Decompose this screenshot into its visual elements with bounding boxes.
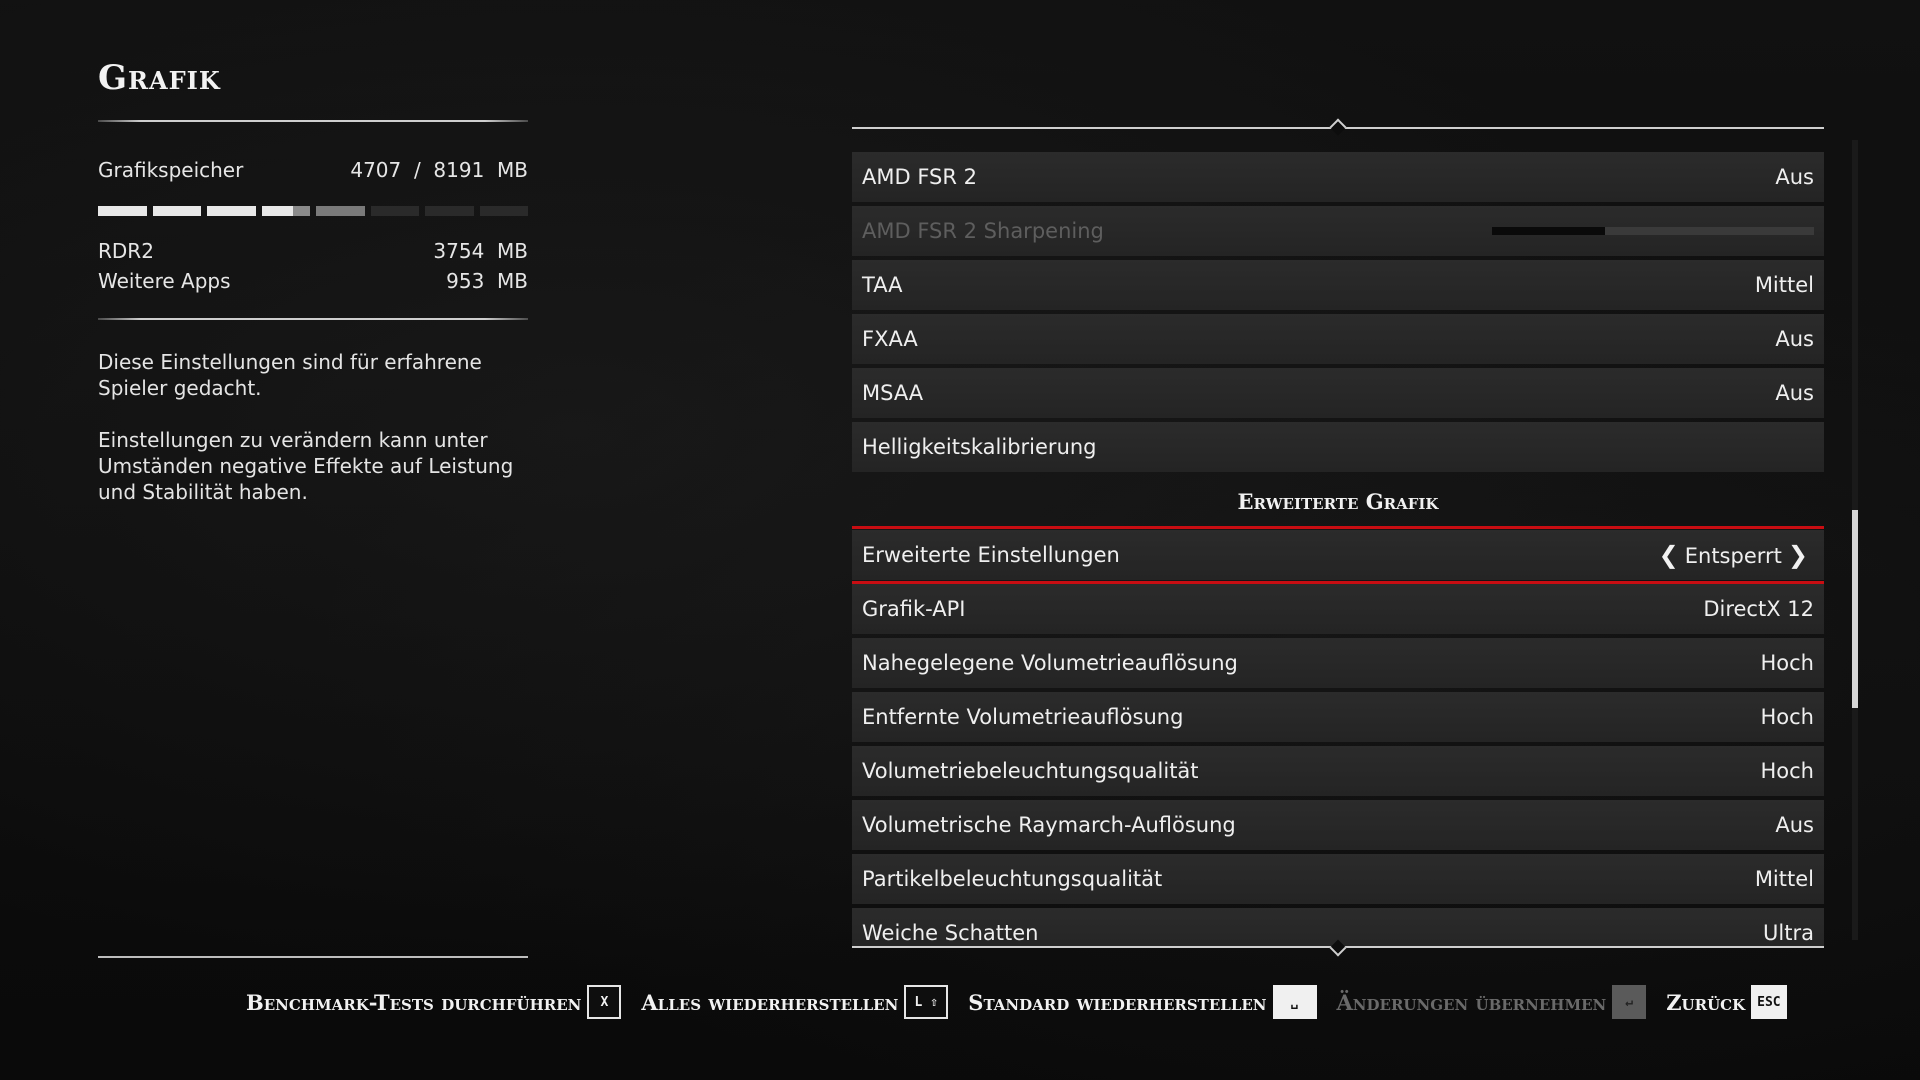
setting-row-volumetric-lighting-quality[interactable]: Volumetriebeleuchtungsqualität Hoch: [852, 746, 1824, 796]
setting-row-particle-lighting-quality[interactable]: Partikelbeleuchtungsqualität Mittel: [852, 854, 1824, 904]
memory-other-value: 953 MB: [446, 269, 528, 293]
divider: [98, 318, 528, 320]
memory-rdr2: RDR2 3754 MB: [98, 239, 528, 263]
memory-segment: [98, 206, 147, 216]
memory-segment: [261, 206, 310, 216]
setting-row-far-volumetric-resolution[interactable]: Entfernte Volumetrieauflösung Hoch: [852, 692, 1824, 742]
scroll-up-indicator: [1329, 118, 1347, 136]
list-bottom-border: [852, 939, 1824, 957]
setting-row-fxaa[interactable]: FXAA Aus: [852, 314, 1824, 364]
setting-label: Volumetriebeleuchtungsqualität: [862, 759, 1199, 783]
memory-summary: Grafikspeicher 4707 / 8191 MB: [98, 158, 528, 182]
key-esc-icon: ESC: [1751, 985, 1787, 1019]
setting-label: Volumetrische Raymarch-Auflösung: [862, 813, 1236, 837]
setting-value: Hoch: [1760, 651, 1815, 675]
list-top-border: [852, 118, 1824, 136]
section-header-advanced-graphics: Erweiterte Grafik: [1237, 488, 1439, 514]
sharpening-slider[interactable]: [1492, 227, 1814, 235]
setting-value: Aus: [1775, 165, 1814, 189]
restore-all-label: Alles wiederherstellen: [641, 989, 899, 1015]
scrollbar[interactable]: [1852, 140, 1858, 940]
setting-label: AMD FSR 2: [862, 165, 977, 189]
setting-label: FXAA: [862, 327, 918, 351]
memory-segment: [370, 206, 419, 216]
benchmark-button[interactable]: Benchmark-Tests durchführen X: [246, 985, 622, 1019]
footer-actions: Benchmark-Tests durchführen X Alles wied…: [246, 981, 1807, 1023]
chevron-left-icon[interactable]: ❮: [1659, 541, 1679, 569]
setting-value: Mittel: [1754, 867, 1814, 891]
memory-value: 4707 / 8191 MB: [350, 158, 528, 182]
setting-row-advanced-settings[interactable]: Erweiterte Einstellungen ❮ Entsperrt ❯: [852, 530, 1824, 580]
setting-row-taa[interactable]: TAA Mittel: [852, 260, 1824, 310]
setting-row-volumetric-raymarch-resolution[interactable]: Volumetrische Raymarch-Auflösung Aus: [852, 800, 1824, 850]
key-enter-icon: ↵: [1612, 985, 1647, 1019]
key-space-icon: ␣: [1272, 985, 1317, 1019]
setting-value: DirectX 12: [1703, 597, 1814, 621]
key-shift-icon: L ⇧: [904, 985, 949, 1019]
setting-label: AMD FSR 2 Sharpening: [862, 219, 1104, 243]
memory-rdr2-label: RDR2: [98, 239, 154, 263]
setting-label: Grafik-API: [862, 597, 966, 621]
memory-usage-bar: [98, 206, 528, 216]
back-label: Zurück: [1666, 989, 1746, 1015]
back-button[interactable]: Zurück ESC: [1666, 985, 1787, 1019]
key-x-icon: X: [587, 985, 622, 1019]
setting-label: Weiche Schatten: [862, 921, 1039, 945]
setting-row-near-volumetric-resolution[interactable]: Nahegelegene Volumetrieauflösung Hoch: [852, 638, 1824, 688]
memory-segment: [152, 206, 201, 216]
setting-row-amd-fsr2[interactable]: AMD FSR 2 Aus: [852, 152, 1824, 202]
setting-value: Aus: [1775, 381, 1814, 405]
setting-row-msaa[interactable]: MSAA Aus: [852, 368, 1824, 418]
benchmark-label: Benchmark-Tests durchführen: [246, 989, 582, 1015]
setting-label: Partikelbeleuchtungsqualität: [862, 867, 1163, 891]
setting-value: Hoch: [1760, 705, 1815, 729]
setting-row-fsr2-sharpening[interactable]: AMD FSR 2 Sharpening: [852, 206, 1824, 256]
settings-list[interactable]: AMD FSR 2 Aus AMD FSR 2 Sharpening TAA M…: [852, 150, 1824, 946]
setting-value: Ultra: [1763, 921, 1814, 945]
scrollbar-thumb[interactable]: [1852, 510, 1858, 708]
memory-other-apps: Weitere Apps 953 MB: [98, 269, 528, 293]
page-title: Grafik: [98, 58, 221, 98]
apply-changes-button[interactable]: Änderungen übernehmen ↵: [1337, 985, 1647, 1019]
apply-changes-label: Änderungen übernehmen: [1336, 989, 1607, 1015]
memory-rdr2-value: 3754 MB: [433, 239, 528, 263]
setting-label: TAA: [862, 273, 903, 297]
memory-segment: [207, 206, 256, 216]
memory-segment: [425, 206, 474, 216]
divider: [98, 120, 528, 122]
setting-value: Hoch: [1760, 759, 1815, 783]
memory-segment: [479, 206, 528, 216]
setting-value: Aus: [1775, 327, 1814, 351]
setting-label: Helligkeitskalibrierung: [862, 435, 1097, 459]
setting-row-graphics-api[interactable]: Grafik-API DirectX 12: [852, 584, 1824, 634]
slider-fill: [1492, 227, 1605, 235]
memory-label: Grafikspeicher: [98, 158, 244, 182]
memory-segment: [316, 206, 365, 216]
divider: [98, 956, 528, 958]
setting-value: Mittel: [1754, 273, 1814, 297]
warning-text: Einstellungen zu verändern kann unter Um…: [98, 428, 514, 504]
setting-label: MSAA: [862, 381, 924, 405]
setting-selector[interactable]: ❮ Entsperrt ❯: [1653, 541, 1814, 569]
setting-label: Entfernte Volumetrieauflösung: [862, 705, 1184, 729]
setting-value: Entsperrt: [1684, 544, 1782, 568]
setting-label: Nahegelegene Volumetrieauflösung: [862, 651, 1238, 675]
setting-value: Aus: [1775, 813, 1814, 837]
restore-all-button[interactable]: Alles wiederherstellen L ⇧: [641, 985, 949, 1019]
restore-default-label: Standard wiederherstellen: [968, 989, 1267, 1015]
setting-row-brightness-calibration[interactable]: Helligkeitskalibrierung: [852, 422, 1824, 472]
description-text: Diese Einstellungen sind für erfahrene S…: [98, 350, 482, 400]
restore-default-button[interactable]: Standard wiederherstellen ␣: [968, 985, 1317, 1019]
setting-label: Erweiterte Einstellungen: [862, 543, 1120, 567]
chevron-right-icon[interactable]: ❯: [1788, 541, 1808, 569]
memory-other-label: Weitere Apps: [98, 269, 231, 293]
